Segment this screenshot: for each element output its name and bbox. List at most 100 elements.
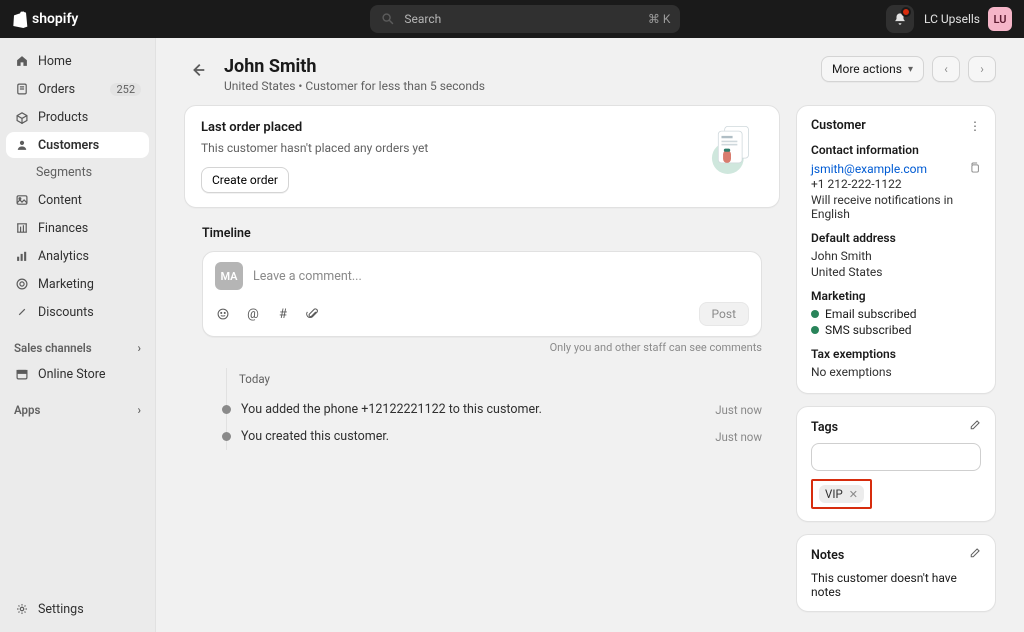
- account-label: LC Upsells: [924, 12, 980, 26]
- address-country: United States: [811, 265, 981, 279]
- timeline-privacy-note: Only you and other staff can see comment…: [202, 341, 762, 354]
- nav-analytics[interactable]: Analytics: [6, 243, 149, 269]
- tags-heading: Tags: [811, 420, 838, 435]
- status-dot-icon: [811, 326, 819, 334]
- tag-highlight: VIP ✕: [811, 479, 872, 509]
- sidebar: Home Orders252 Products Customers Segmen…: [0, 38, 156, 632]
- timeline-dot-icon: [222, 432, 231, 441]
- discounts-icon: [14, 304, 30, 320]
- notes-heading: Notes: [811, 548, 844, 563]
- timeline-item: You created this customer. Just now: [222, 423, 762, 450]
- nav-marketing[interactable]: Marketing: [6, 271, 149, 297]
- customer-language: Will receive notifications in English: [811, 193, 981, 221]
- customer-email[interactable]: jsmith@example.com: [811, 162, 927, 176]
- marketing-heading: Marketing: [811, 289, 981, 303]
- finances-icon: [14, 220, 30, 236]
- brand-name: shopify: [32, 11, 78, 27]
- content-icon: [14, 192, 30, 208]
- nav-orders[interactable]: Orders252: [6, 76, 149, 102]
- customer-menu-button[interactable]: ⋮: [969, 119, 981, 133]
- customer-phone: +1 212-222-1122: [811, 177, 981, 191]
- timeline-date: Today: [227, 368, 762, 396]
- contact-heading: Contact information: [811, 143, 981, 157]
- topbar: shopify Search ⌘ K LC Upsells LU: [0, 0, 1024, 38]
- status-dot-icon: [811, 310, 819, 318]
- next-customer-button[interactable]: ›: [968, 56, 996, 82]
- address-heading: Default address: [811, 231, 981, 245]
- topbar-right: LC Upsells LU: [886, 5, 1012, 33]
- last-order-body: This customer hasn't placed any orders y…: [201, 141, 687, 155]
- create-order-button[interactable]: Create order: [201, 167, 289, 193]
- orders-count: 252: [110, 83, 141, 96]
- account-avatar: LU: [988, 7, 1012, 31]
- timeline-section: Timeline MA @ # Post: [184, 226, 780, 450]
- tax-body: No exemptions: [811, 365, 981, 379]
- page-subtitle: United States • Customer for less than 5…: [224, 79, 485, 93]
- timeline-heading: Timeline: [202, 226, 762, 241]
- analytics-icon: [14, 248, 30, 264]
- nav-content[interactable]: Content: [6, 187, 149, 213]
- post-button[interactable]: Post: [699, 302, 749, 326]
- search-shortcut: ⌘ K: [648, 12, 671, 26]
- customer-heading: Customer: [811, 118, 866, 133]
- mention-icon[interactable]: @: [245, 306, 261, 322]
- nav-segments[interactable]: Segments: [6, 160, 149, 185]
- page-header: John Smith United States • Customer for …: [184, 56, 996, 93]
- tags-card: Tags VIP ✕: [796, 406, 996, 522]
- gear-icon: [14, 601, 30, 617]
- remove-tag-icon[interactable]: ✕: [849, 488, 858, 501]
- prev-customer-button[interactable]: ‹: [932, 56, 960, 82]
- chevron-down-icon: ▾: [908, 64, 913, 75]
- timeline-dot-icon: [222, 405, 231, 414]
- nav-home[interactable]: Home: [6, 48, 149, 74]
- notes-body: This customer doesn't have notes: [811, 571, 981, 599]
- comment-input[interactable]: [253, 269, 749, 284]
- back-button[interactable]: [184, 56, 212, 84]
- search-icon: [380, 11, 396, 27]
- nav-discounts[interactable]: Discounts: [6, 299, 149, 325]
- more-actions-button[interactable]: More actions▾: [821, 56, 924, 82]
- customers-icon: [14, 137, 30, 153]
- copy-icon[interactable]: [968, 161, 981, 177]
- comment-composer: MA @ # Post: [202, 251, 762, 337]
- address-name: John Smith: [811, 249, 981, 263]
- chevron-right-icon: ›: [138, 403, 141, 417]
- nav-customers[interactable]: Customers: [6, 132, 149, 158]
- attachment-icon[interactable]: [305, 306, 321, 322]
- store-icon: [14, 366, 30, 382]
- email-status: Email subscribed: [811, 307, 981, 321]
- nav-online-store[interactable]: Online Store: [6, 361, 149, 387]
- search-placeholder: Search: [404, 12, 441, 26]
- brand-logo[interactable]: shopify: [12, 10, 78, 28]
- nav-section-apps[interactable]: Apps›: [6, 399, 149, 421]
- edit-tags-button[interactable]: [968, 419, 981, 435]
- account-menu[interactable]: LC Upsells LU: [924, 7, 1012, 31]
- search-box[interactable]: Search ⌘ K: [370, 5, 680, 33]
- hashtag-icon[interactable]: #: [275, 306, 291, 322]
- notes-card: Notes This customer doesn't have notes: [796, 534, 996, 612]
- products-icon: [14, 109, 30, 125]
- tag-input[interactable]: [811, 443, 981, 471]
- last-order-title: Last order placed: [201, 120, 687, 135]
- tax-heading: Tax exemptions: [811, 347, 981, 361]
- staff-avatar: MA: [215, 262, 243, 290]
- timeline-item: You added the phone +12122221122 to this…: [222, 396, 762, 423]
- nav-finances[interactable]: Finances: [6, 215, 149, 241]
- sms-status: SMS subscribed: [811, 323, 981, 337]
- notification-dot: [901, 7, 911, 17]
- marketing-icon: [14, 276, 30, 292]
- notifications-button[interactable]: [886, 5, 914, 33]
- tag-chip[interactable]: VIP ✕: [819, 485, 864, 503]
- home-icon: [14, 53, 30, 69]
- last-order-card: Last order placed This customer hasn't p…: [184, 105, 780, 208]
- emoji-icon[interactable]: [215, 306, 231, 322]
- nav-settings[interactable]: Settings: [6, 596, 149, 622]
- customer-card: Customer ⋮ Contact information jsmith@ex…: [796, 105, 996, 394]
- nav-section-sales-channels[interactable]: Sales channels›: [6, 337, 149, 359]
- nav-products[interactable]: Products: [6, 104, 149, 130]
- edit-notes-button[interactable]: [968, 547, 981, 563]
- page-title: John Smith: [224, 56, 485, 77]
- orders-icon: [14, 81, 30, 97]
- chevron-right-icon: ›: [138, 341, 141, 355]
- main-content: John Smith United States • Customer for …: [156, 38, 1024, 632]
